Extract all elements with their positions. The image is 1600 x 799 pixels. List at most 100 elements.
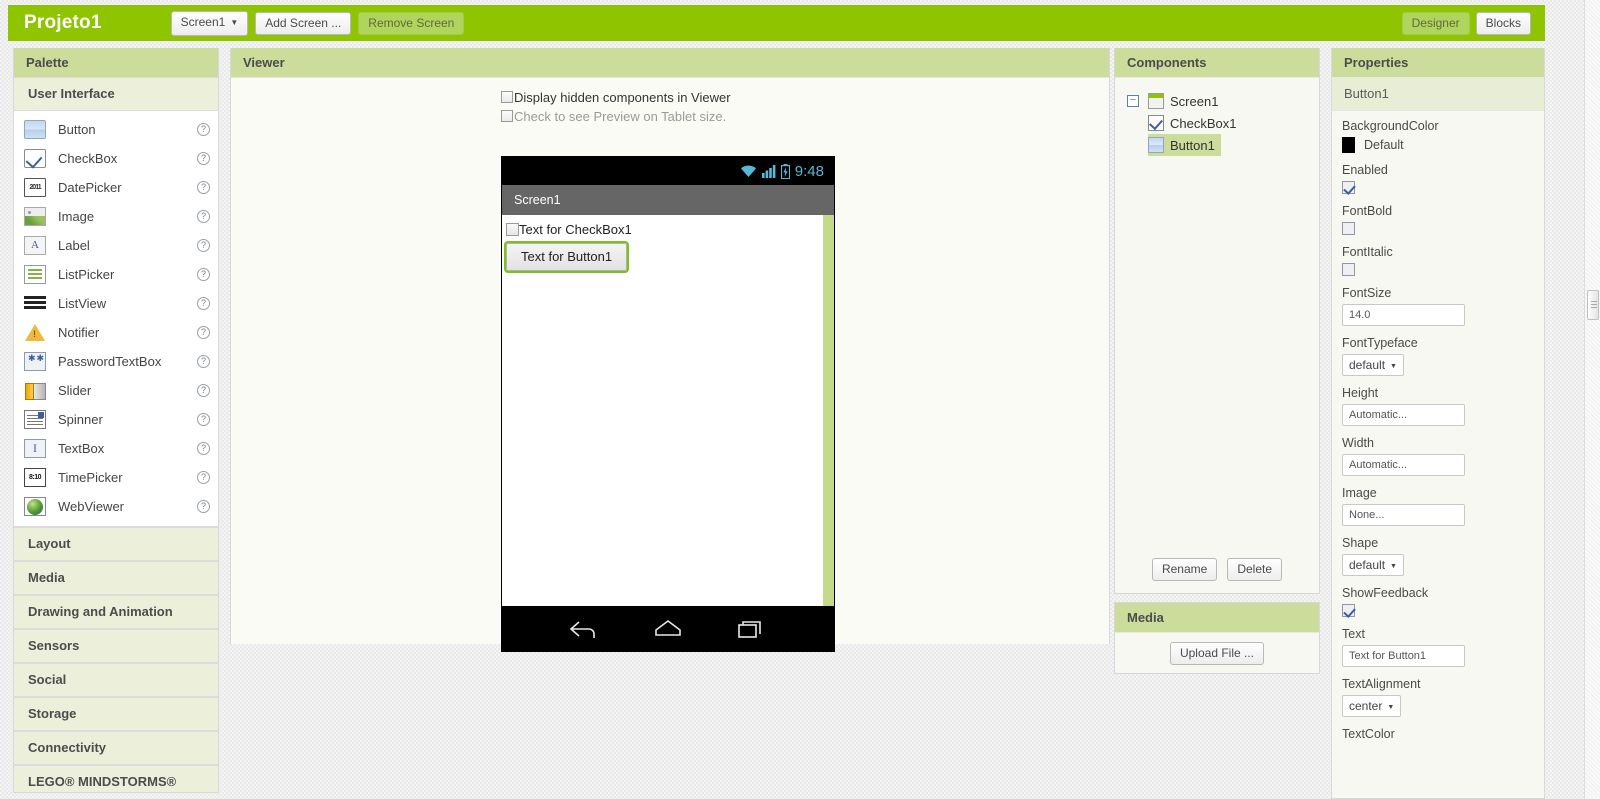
help-icon[interactable]: ? bbox=[197, 239, 210, 252]
component-tree-item-screen1[interactable]: −Screen1 bbox=[1127, 90, 1319, 112]
palette-item-spinner[interactable]: Spinner? bbox=[14, 405, 218, 434]
checkbox-icon bbox=[24, 149, 46, 168]
help-icon[interactable]: ? bbox=[197, 210, 210, 223]
property-label: TextAlignment bbox=[1342, 677, 1544, 691]
tablet-preview-option[interactable]: Check to see Preview on Tablet size. bbox=[501, 109, 1109, 124]
palette-item-label[interactable]: ALabel? bbox=[14, 231, 218, 260]
palette-category-connectivity[interactable]: Connectivity bbox=[14, 731, 218, 765]
button-icon bbox=[1148, 137, 1164, 153]
property-input-fontsize[interactable]: 14.0 bbox=[1342, 304, 1465, 326]
palette-item-label: Notifier bbox=[58, 325, 197, 340]
page-scrollbar-thumb[interactable] bbox=[1587, 290, 1599, 320]
property-select-shape[interactable]: default▼ bbox=[1342, 554, 1404, 576]
help-icon[interactable]: ? bbox=[197, 442, 210, 455]
checkbox-icon bbox=[1148, 115, 1164, 131]
palette-item-label: DatePicker bbox=[58, 180, 197, 195]
textbox-icon: I bbox=[24, 439, 46, 458]
palette-item-listpicker[interactable]: ListPicker? bbox=[14, 260, 218, 289]
phone-status-bar: 9:48 bbox=[502, 157, 834, 185]
property-select-fonttypeface[interactable]: default▼ bbox=[1342, 354, 1404, 376]
hidden-components-option[interactable]: Display hidden components in Viewer bbox=[501, 78, 1109, 105]
timepicker-icon: 8:10 bbox=[24, 468, 46, 487]
property-height: Height Automatic... bbox=[1342, 386, 1544, 426]
screen-selector-dropdown[interactable]: Screen1▼ bbox=[171, 11, 249, 36]
palette-panel: Palette User Interface Button?CheckBox?2… bbox=[13, 48, 219, 793]
palette-item-image[interactable]: Image? bbox=[14, 202, 218, 231]
property-checkbox-showfeedback[interactable] bbox=[1342, 604, 1355, 617]
help-icon[interactable]: ? bbox=[197, 355, 210, 368]
rename-component-button[interactable]: Rename bbox=[1152, 558, 1217, 581]
viewer-checkbox1-component[interactable]: Text for CheckBox1 bbox=[502, 215, 834, 238]
property-textcolor: TextColor bbox=[1342, 727, 1544, 741]
property-checkbox-fontitalic[interactable] bbox=[1342, 263, 1355, 276]
phone-screen: Text for CheckBox1 Text for Button1 bbox=[502, 215, 834, 606]
viewer-button1-component[interactable]: Text for Button1 bbox=[506, 243, 627, 271]
palette-item-passwordtextbox[interactable]: PasswordTextBox? bbox=[14, 347, 218, 376]
home-icon[interactable] bbox=[651, 617, 685, 641]
media-body: Upload File ... bbox=[1115, 633, 1319, 665]
help-icon[interactable]: ? bbox=[197, 181, 210, 194]
property-label: Height bbox=[1342, 386, 1544, 400]
help-icon[interactable]: ? bbox=[197, 384, 210, 397]
palette-category-sensors[interactable]: Sensors bbox=[14, 629, 218, 663]
help-icon[interactable]: ? bbox=[197, 268, 210, 281]
property-color-picker-backgroundcolor[interactable]: Default bbox=[1342, 137, 1544, 153]
palette-item-timepicker[interactable]: 8:10TimePicker? bbox=[14, 463, 218, 492]
palette-item-datepicker[interactable]: 2011DatePicker? bbox=[14, 173, 218, 202]
remove-screen-button[interactable]: Remove Screen bbox=[358, 12, 464, 35]
phone-clock: 9:48 bbox=[795, 163, 824, 180]
property-input-text[interactable]: Text for Button1 bbox=[1342, 645, 1465, 667]
property-input-height[interactable]: Automatic... bbox=[1342, 404, 1465, 426]
palette-category-storage[interactable]: Storage bbox=[14, 697, 218, 731]
property-input-width[interactable]: Automatic... bbox=[1342, 454, 1465, 476]
blocks-tab-button[interactable]: Blocks bbox=[1476, 12, 1531, 35]
property-checkbox-fontbold[interactable] bbox=[1342, 222, 1355, 235]
component-tree-item-button1[interactable]: Button1 bbox=[1148, 134, 1221, 156]
palette-item-button[interactable]: Button? bbox=[14, 115, 218, 144]
component-tree-item-checkbox1[interactable]: CheckBox1 bbox=[1148, 112, 1319, 134]
property-input-image[interactable]: None... bbox=[1342, 504, 1465, 526]
help-icon[interactable]: ? bbox=[197, 297, 210, 310]
palette-category-media[interactable]: Media bbox=[14, 561, 218, 595]
palette-item-notifier[interactable]: Notifier? bbox=[14, 318, 218, 347]
help-icon[interactable]: ? bbox=[197, 123, 210, 136]
palette-item-listview[interactable]: ListView? bbox=[14, 289, 218, 318]
palette-item-label: PasswordTextBox bbox=[58, 354, 197, 369]
back-icon[interactable] bbox=[567, 617, 601, 641]
viewer-canvas: Display hidden components in Viewer Chec… bbox=[231, 78, 1109, 644]
designer-tab-button[interactable]: Designer bbox=[1402, 12, 1470, 35]
palette-item-label: Image bbox=[58, 209, 197, 224]
tablet-preview-checkbox[interactable] bbox=[501, 110, 513, 122]
palette-category-layout[interactable]: Layout bbox=[14, 527, 218, 561]
add-screen-button[interactable]: Add Screen ... bbox=[255, 12, 351, 35]
upload-file-button[interactable]: Upload File ... bbox=[1170, 642, 1264, 665]
property-select-textalignment[interactable]: center▼ bbox=[1342, 695, 1401, 717]
palette-category-user-interface[interactable]: User Interface bbox=[14, 77, 218, 111]
help-icon[interactable]: ? bbox=[197, 152, 210, 165]
tree-collapse-toggle[interactable]: − bbox=[1127, 95, 1139, 107]
palette-category-list: LayoutMediaDrawing and AnimationSensorsS… bbox=[14, 527, 218, 793]
palette-category-drawing-and-animation[interactable]: Drawing and Animation bbox=[14, 595, 218, 629]
palette-item-webviewer[interactable]: WebViewer? bbox=[14, 492, 218, 521]
help-icon[interactable]: ? bbox=[197, 326, 210, 339]
hidden-components-checkbox[interactable] bbox=[501, 91, 513, 103]
page-scrollbar[interactable] bbox=[1584, 0, 1600, 799]
property-label: Enabled bbox=[1342, 163, 1544, 177]
palette-category-social[interactable]: Social bbox=[14, 663, 218, 697]
palette-category-lego-mindstorms[interactable]: LEGO® MINDSTORMS® bbox=[14, 765, 218, 793]
notifier-icon bbox=[24, 323, 46, 342]
recents-icon[interactable] bbox=[735, 617, 769, 641]
palette-item-label: Button bbox=[58, 122, 197, 137]
property-shape: Shapedefault▼ bbox=[1342, 536, 1544, 576]
palette-item-checkbox[interactable]: CheckBox? bbox=[14, 144, 218, 173]
property-value: Default bbox=[1364, 138, 1404, 152]
help-icon[interactable]: ? bbox=[197, 413, 210, 426]
help-icon[interactable]: ? bbox=[197, 471, 210, 484]
property-checkbox-enabled[interactable] bbox=[1342, 181, 1355, 194]
help-icon[interactable]: ? bbox=[197, 500, 210, 513]
palette-item-slider[interactable]: Slider? bbox=[14, 376, 218, 405]
palette-item-textbox[interactable]: ITextBox? bbox=[14, 434, 218, 463]
button-icon bbox=[24, 120, 46, 139]
delete-component-button[interactable]: Delete bbox=[1227, 558, 1282, 581]
viewer-checkbox1-box[interactable] bbox=[506, 223, 519, 236]
